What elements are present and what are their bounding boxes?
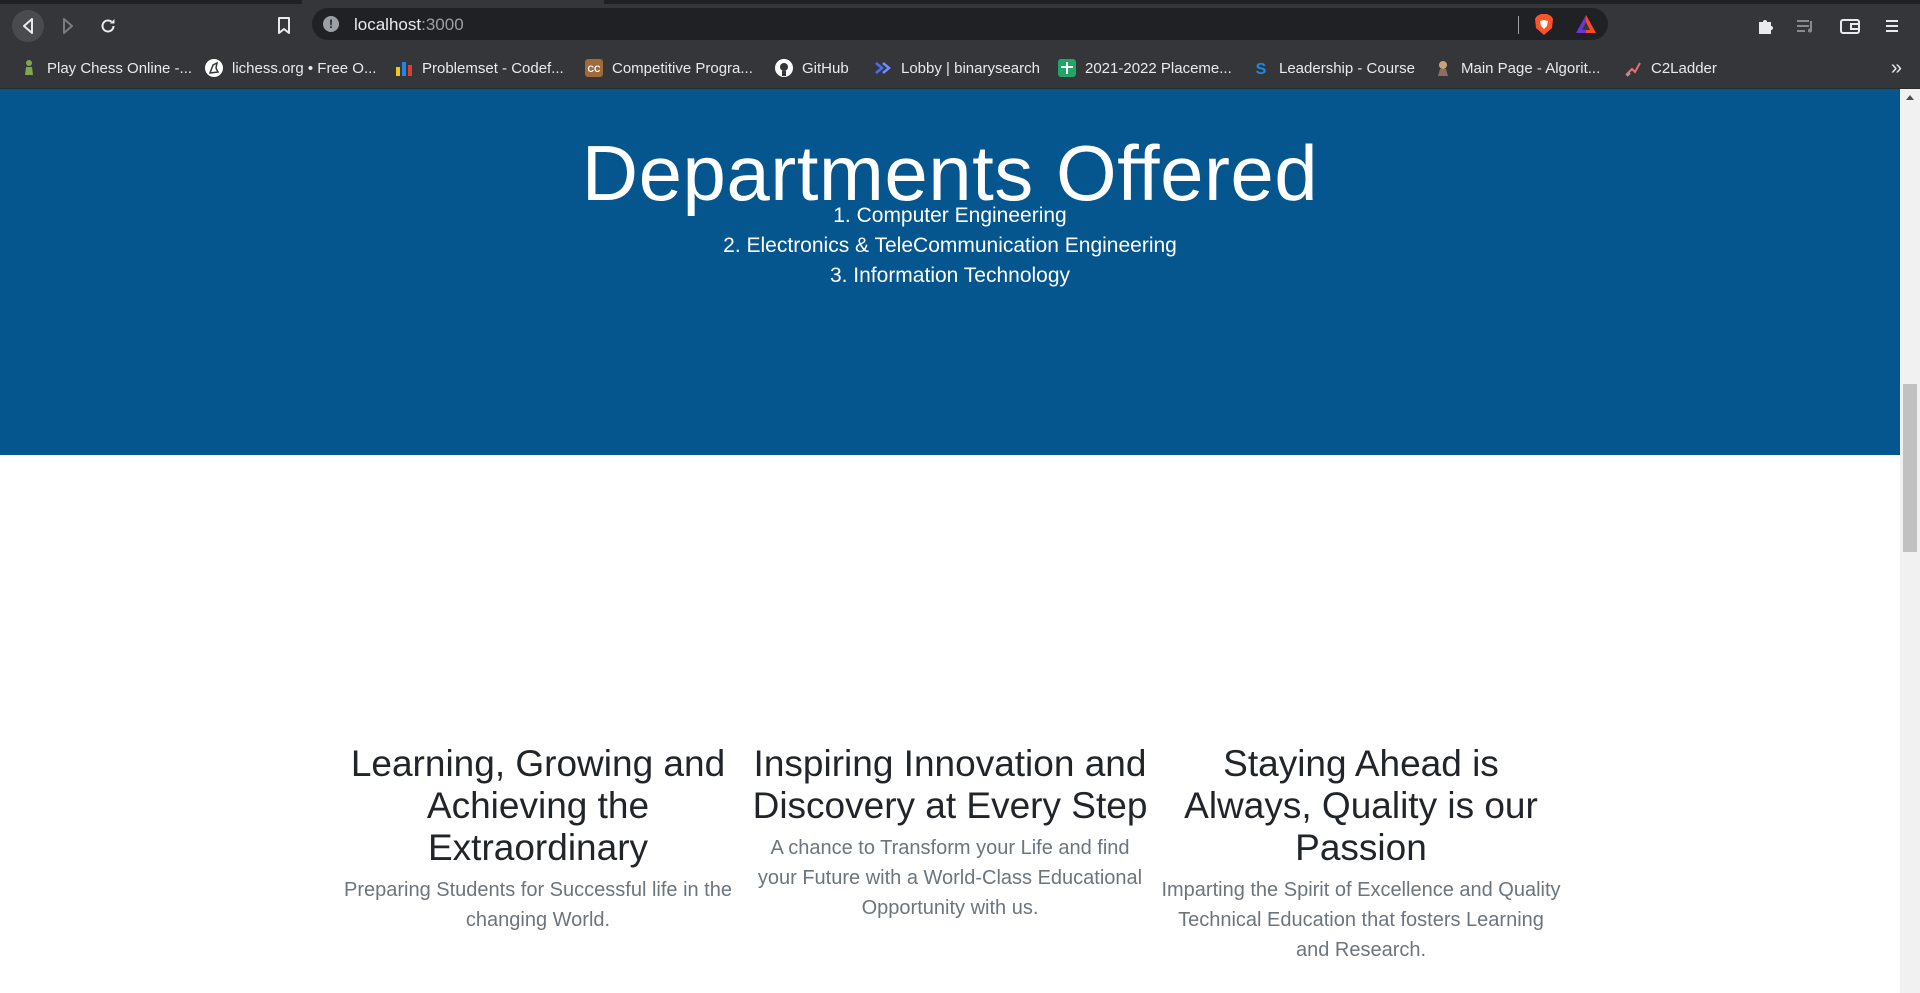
bookmarks-bar: Play Chess Online -... lichess.org • Fre… xyxy=(0,48,1920,89)
bookmark-algorithmica[interactable]: Main Page - Algorit... xyxy=(1434,56,1600,80)
feature-description: A chance to Transform your Life and find… xyxy=(757,837,1143,919)
reload-button[interactable] xyxy=(92,10,124,42)
bookmark-label: lichess.org • Free O... xyxy=(232,59,377,77)
page-viewport: Departments Offered 1. Computer Engineer… xyxy=(0,89,1900,993)
browser-toolbar: localhost:3000 xyxy=(0,4,1920,48)
s-logo-icon: S xyxy=(1252,59,1270,77)
cc-icon: CC xyxy=(585,59,603,77)
department-item: 2. Electronics & TeleCommunication Engin… xyxy=(723,234,1177,257)
bookmark-leadership-course[interactable]: S Leadership - Course xyxy=(1252,56,1415,80)
features-section: Learning, Growing and Achieving the Extr… xyxy=(0,455,1900,993)
bookmark-label: Lobby | binarysearch xyxy=(901,59,1040,77)
reload-icon xyxy=(101,19,115,33)
sheets-icon xyxy=(1058,59,1076,77)
bookmark-binarysearch[interactable]: Lobby | binarysearch xyxy=(874,56,1040,80)
brave-shields-icon[interactable] xyxy=(1534,14,1554,35)
playlist-icon xyxy=(1797,20,1812,33)
bookmark-label: 2021-2022 Placeme... xyxy=(1085,59,1232,77)
algorithmica-icon xyxy=(1434,59,1452,77)
url-host: localhost xyxy=(354,15,422,34)
bookmark-lichess[interactable]: lichess.org • Free O... xyxy=(205,56,376,80)
forward-button[interactable] xyxy=(52,10,84,42)
bookmark-label: Competitive Progra... xyxy=(612,59,753,77)
binarysearch-icon xyxy=(874,59,892,77)
more-bookmarks-button[interactable]: » xyxy=(1891,56,1902,80)
bookmark-placement-sheet[interactable]: 2021-2022 Placeme... xyxy=(1058,56,1232,80)
feature-card: Learning, Growing and Achieving the Extr… xyxy=(338,743,738,935)
brave-rewards-icon[interactable] xyxy=(1575,14,1597,34)
scroll-up-arrow-icon[interactable] xyxy=(1906,95,1914,100)
puzzle-piece-icon xyxy=(1759,20,1773,34)
bookmark-icon xyxy=(278,17,290,34)
site-info-icon[interactable] xyxy=(323,16,339,32)
wallet-icon xyxy=(1840,19,1860,34)
feature-title: Inspiring Innovation and Discovery at Ev… xyxy=(752,743,1148,826)
bookmark-github[interactable]: GitHub xyxy=(775,56,849,80)
github-icon xyxy=(775,59,793,77)
feature-description: Imparting the Spirit of Excellence and Q… xyxy=(1161,879,1561,961)
back-arrow-icon xyxy=(23,18,33,34)
forward-arrow-icon xyxy=(63,18,73,34)
media-controls-button[interactable] xyxy=(1790,10,1822,42)
hamburger-menu-icon xyxy=(1886,20,1898,32)
bookmark-c2ladder[interactable]: C2Ladder xyxy=(1624,56,1717,80)
feature-title: Learning, Growing and Achieving the Extr… xyxy=(350,743,726,868)
omnibox-divider xyxy=(1518,16,1519,34)
bookmark-label: C2Ladder xyxy=(1651,59,1717,77)
svg-text:CC: CC xyxy=(588,64,601,74)
bookmark-competitive-programming[interactable]: CC Competitive Progra... xyxy=(585,56,753,80)
extensions-button[interactable] xyxy=(1750,10,1782,42)
feature-title: Staying Ahead is Always, Quality is our … xyxy=(1184,743,1538,868)
departments-list: 1. Computer Engineering 2. Electronics &… xyxy=(0,201,1900,291)
lichess-icon xyxy=(205,59,223,77)
back-button[interactable] xyxy=(12,10,44,42)
feature-description: Preparing Students for Successful life i… xyxy=(344,879,732,931)
feature-card: Staying Ahead is Always, Quality is our … xyxy=(1161,743,1561,965)
vertical-scrollbar[interactable] xyxy=(1900,89,1920,993)
svg-text:S: S xyxy=(1256,61,1267,77)
bookmark-label: Main Page - Algorit... xyxy=(1461,59,1601,77)
scrollbar-thumb[interactable] xyxy=(1903,384,1917,552)
feature-card: Inspiring Innovation and Discovery at Ev… xyxy=(750,743,1150,923)
bookmark-label: Play Chess Online -... xyxy=(47,59,193,77)
bookmark-codeforces[interactable]: Problemset - Codef... xyxy=(395,56,564,80)
wallet-button[interactable] xyxy=(1834,10,1866,42)
url-port: :3000 xyxy=(421,15,464,34)
c2ladder-icon xyxy=(1624,59,1642,77)
bookmark-chess[interactable]: Play Chess Online -... xyxy=(20,56,192,80)
bookmark-page-button[interactable] xyxy=(268,10,300,42)
bookmark-label: Leadership - Course xyxy=(1279,59,1415,77)
departments-section: Departments Offered 1. Computer Engineer… xyxy=(0,89,1900,455)
bookmark-label: GitHub xyxy=(802,59,849,77)
address-bar[interactable]: localhost:3000 xyxy=(312,8,1608,40)
department-item: 1. Computer Engineering xyxy=(833,204,1067,227)
chess-pawn-icon xyxy=(20,59,38,77)
url-text[interactable]: localhost:3000 xyxy=(354,15,464,35)
codeforces-icon xyxy=(395,59,413,77)
menu-button[interactable] xyxy=(1876,10,1908,42)
bookmark-label: Problemset - Codef... xyxy=(422,59,564,77)
department-item: 3. Information Technology xyxy=(829,264,1071,287)
